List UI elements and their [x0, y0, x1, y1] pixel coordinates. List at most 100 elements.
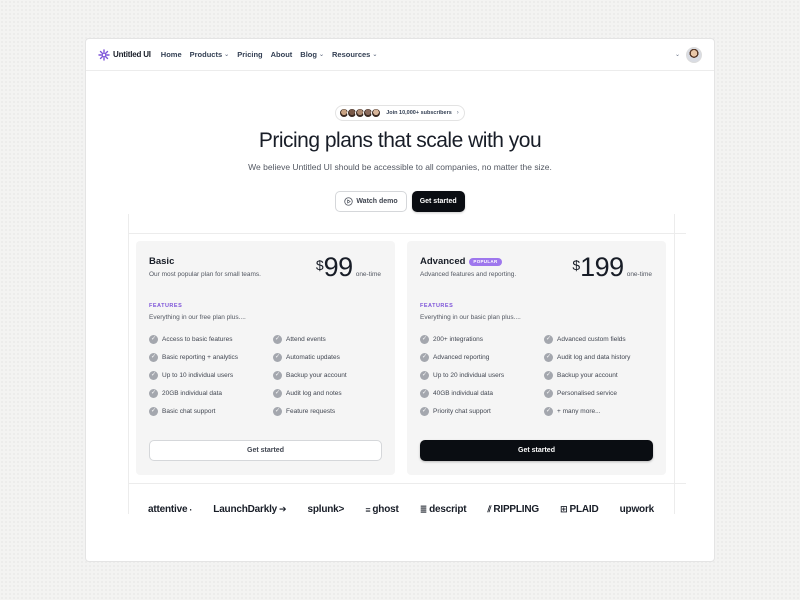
advanced-get-started-button[interactable]: Get started [420, 440, 653, 461]
feature-text: Access to basic features [162, 335, 233, 343]
feature-text: Advanced reporting [433, 353, 490, 361]
price-amount: 99 [323, 252, 354, 282]
logo-text: LaunchDarkly [213, 504, 278, 515]
feature-text: Up to 10 individual users [162, 371, 234, 379]
descript-mark-icon: ≣ [419, 504, 428, 514]
nav-item-label: Resources [332, 50, 371, 59]
badge-text: Join 10,000+ subscribers [386, 110, 452, 116]
popular-badge: POPULAR [469, 257, 502, 266]
nav-item-resources[interactable]: Resources ⌄ [332, 50, 377, 59]
feature-item: ✓ 20GB individual data [149, 388, 238, 398]
plan-description: Our most popular plan for small teams. [149, 271, 261, 278]
features-intro: Everything in our basic plan plus.... [420, 314, 521, 321]
feature-item: ✓ Up to 10 individual users [149, 370, 238, 380]
logo-text: Untitled UI [113, 50, 151, 59]
feature-item: ✓ + many more... [544, 406, 630, 416]
check-circle-icon: ✓ [273, 370, 282, 380]
basic-get-started-button[interactable]: Get started [149, 440, 382, 461]
logo-plaid: ⊞ PLAID [560, 504, 599, 515]
avatar[interactable] [686, 46, 702, 63]
nav-right: ⌄ [675, 46, 702, 63]
nav-item-about[interactable]: About [271, 50, 293, 59]
check-circle-icon: ✓ [273, 388, 282, 398]
chevron-down-icon: ⌄ [318, 52, 324, 58]
divider [128, 483, 686, 484]
divider [128, 233, 686, 234]
check-circle-icon: ✓ [273, 334, 282, 344]
plan-price: $ 199 one-time [572, 254, 652, 281]
logo-text: splunk> [307, 504, 345, 515]
nav-item-home[interactable]: Home [161, 50, 182, 59]
chevron-down-icon[interactable]: ⌄ [675, 51, 680, 58]
nav-menu: Home Products ⌄ Pricing About Blog ⌄ Resources ⌄ [161, 50, 386, 59]
nav-item-pricing[interactable]: Pricing [237, 50, 262, 59]
attentive-mark-icon: · [189, 504, 193, 515]
logo-splunk: splunk> [308, 504, 345, 515]
check-circle-icon: ✓ [273, 406, 282, 416]
plaid-mark-icon: ⊞ [560, 504, 568, 514]
feature-text: Personalised service [557, 389, 617, 397]
check-circle-icon: ✓ [420, 334, 429, 344]
feature-text: Audit log and data history [557, 353, 631, 361]
get-started-label: Get started [419, 198, 457, 205]
plan-name-text: Advanced [420, 256, 466, 267]
check-circle-icon: ✓ [149, 406, 158, 416]
logo-launchdarkly: LaunchDarkly ➔ [213, 504, 286, 515]
watch-demo-button[interactable]: Watch demo [335, 191, 407, 212]
rippling-mark-icon: ⫽ [487, 504, 492, 514]
logo-text: descript [429, 504, 467, 515]
check-circle-icon: ✓ [544, 406, 553, 416]
logo-rippling: ⫽ RIPPLING [487, 504, 540, 515]
price-currency: $ [572, 257, 581, 273]
get-started-button[interactable]: Get started [411, 191, 465, 212]
divider [674, 214, 675, 514]
check-circle-icon: ✓ [420, 370, 429, 380]
logo-text: PLAID [569, 504, 599, 515]
features-list-left: ✓ 200+ integrations ✓ Advanced reporting ✓ Up… [420, 334, 504, 416]
feature-text: + many more... [557, 407, 601, 415]
nav-item-products[interactable]: Products ⌄ [190, 50, 230, 59]
logo-text: RIPPLING [493, 504, 539, 515]
nav-item-label: Blog [300, 50, 317, 59]
check-circle-icon: ✓ [544, 388, 553, 398]
feature-text: Attend events [286, 335, 326, 343]
feature-item: ✓ 200+ integrations [420, 334, 504, 344]
launchdarkly-mark-icon: ➔ [279, 504, 287, 514]
feature-item: ✓ Basic chat support [149, 406, 238, 416]
page-title: Pricing plans that scale with you [258, 129, 542, 152]
subscribers-badge-row: Join 10,000+ subscribers › [86, 105, 714, 121]
logo[interactable]: Untitled UI [98, 48, 151, 61]
features-label: FEATURES [420, 303, 454, 309]
check-circle-icon: ✓ [544, 370, 553, 380]
feature-text: Backup your account [557, 371, 618, 379]
feature-text: 40GB individual data [433, 389, 493, 397]
logo-text: upwork [619, 504, 655, 515]
check-circle-icon: ✓ [420, 352, 429, 362]
chevron-down-icon: ⌄ [224, 52, 230, 58]
page-subtitle: We believe Untitled UI should be accessi… [248, 162, 552, 172]
feature-text: Audit log and notes [286, 389, 342, 397]
logo-upwork: upwork [619, 504, 655, 515]
feature-item: ✓ Up to 20 individual users [420, 370, 504, 380]
top-navigation: Untitled UI Home Products ⌄ Pricing About Blo… [86, 39, 714, 71]
feature-text: Backup your account [286, 371, 347, 379]
feature-item: ✓ Advanced reporting [420, 352, 504, 362]
logo-mark-icon [98, 48, 110, 61]
plan-name: Advanced POPULAR [420, 256, 502, 267]
feature-item: ✓ Automatic updates [273, 352, 347, 362]
feature-text: 20GB individual data [162, 389, 222, 397]
customer-logos: attentive · LaunchDarkly ➔ splunk> ≡ ghost ≣ des… [148, 504, 654, 515]
feature-item: ✓ Priority chat support [420, 406, 504, 416]
subscribers-badge[interactable]: Join 10,000+ subscribers › [335, 105, 465, 121]
watch-demo-label: Watch demo [356, 198, 398, 205]
check-circle-icon: ✓ [149, 370, 158, 380]
pricing-card-advanced: Advanced POPULAR Advanced features and r… [407, 241, 666, 475]
plan-name-text: Basic [149, 256, 175, 267]
feature-item: ✓ Access to basic features [149, 334, 238, 344]
feature-text: Advanced custom fields [557, 335, 626, 343]
check-circle-icon: ✓ [544, 334, 553, 344]
check-circle-icon: ✓ [149, 388, 158, 398]
nav-item-blog[interactable]: Blog ⌄ [300, 50, 324, 59]
check-circle-icon: ✓ [420, 406, 429, 416]
chevron-right-icon: › [456, 110, 459, 116]
